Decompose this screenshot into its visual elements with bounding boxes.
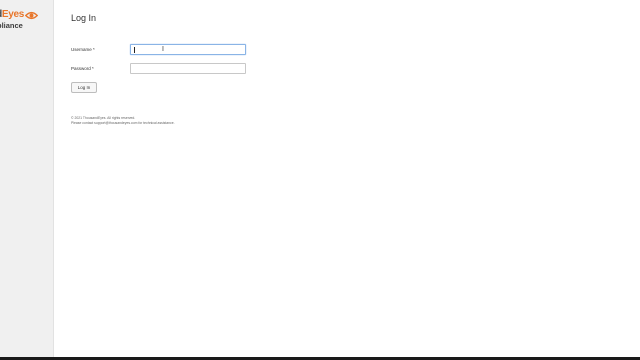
page-title: Log In — [71, 13, 97, 23]
username-label: Username * — [71, 47, 95, 52]
text-caret — [134, 47, 135, 53]
eye-icon — [24, 11, 39, 20]
username-input[interactable]: I — [130, 44, 246, 55]
sidebar: andEyes pliance — [0, 0, 54, 357]
brand-logo: andEyes pliance — [0, 9, 39, 31]
brand-subtitle: pliance — [0, 21, 23, 30]
login-button[interactable]: Log In — [71, 82, 97, 93]
brand-name-part2: Eyes — [1, 9, 25, 20]
password-input[interactable] — [130, 63, 246, 74]
ibeam-cursor-icon: I — [162, 46, 164, 53]
footer-support: Please contact support@thousandeyes.com … — [71, 121, 175, 125]
password-label: Password * — [71, 66, 94, 71]
footer-copyright: © 2021 ThousandEyes. All rights reserved… — [71, 116, 136, 120]
